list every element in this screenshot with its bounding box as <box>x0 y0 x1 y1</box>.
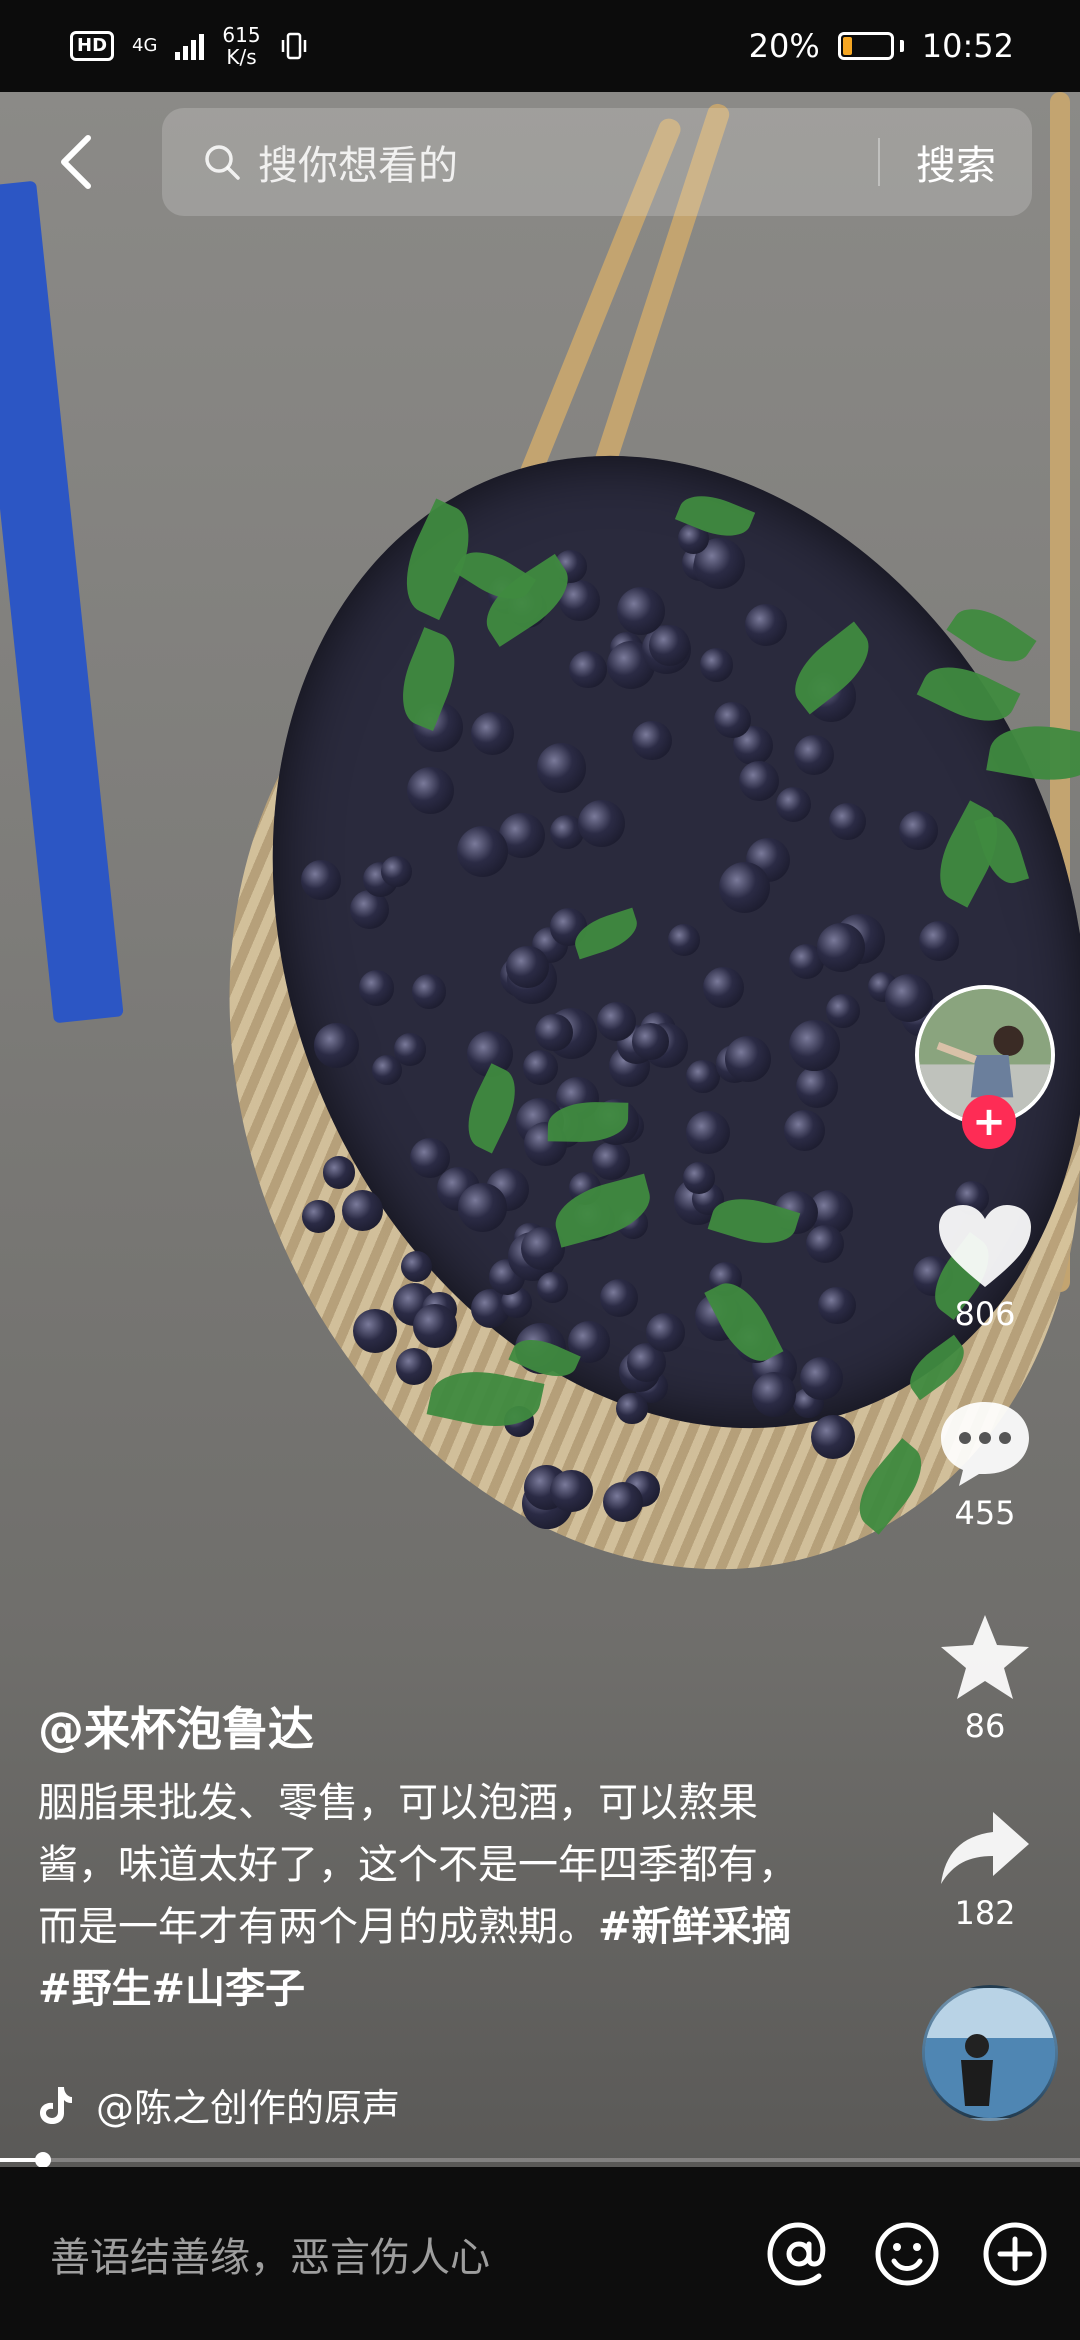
share-count: 182 <box>954 1894 1016 1932</box>
berry <box>409 1138 450 1179</box>
berry <box>616 586 666 636</box>
search-icon <box>205 145 240 180</box>
music-disc[interactable] <box>922 1985 1058 2121</box>
berry <box>535 1013 573 1052</box>
favorite-count: 86 <box>964 1707 1006 1745</box>
berry <box>506 945 549 989</box>
signal-icon <box>175 32 205 60</box>
berry <box>667 924 700 957</box>
berry <box>899 811 938 850</box>
berry <box>352 1309 397 1353</box>
like-count: 806 <box>954 1295 1016 1333</box>
berry <box>591 1141 630 1180</box>
berry <box>300 859 341 900</box>
berry <box>578 799 626 847</box>
berry <box>699 647 734 682</box>
berry <box>713 701 751 739</box>
berry <box>818 1286 856 1325</box>
back-arrow-icon[interactable] <box>54 132 98 192</box>
berry <box>795 1065 839 1108</box>
share-button[interactable]: 182 <box>910 1808 1060 1932</box>
comment-input[interactable]: 善语结善缘，恶言伤人心 <box>50 2225 726 2283</box>
network-speed: 615 K/s <box>222 23 261 69</box>
comment-count: 455 <box>954 1494 1016 1532</box>
network-type: 4G <box>132 35 158 56</box>
berry <box>788 1019 840 1071</box>
search-input[interactable]: 搜你想看的 <box>258 133 878 191</box>
berry <box>358 970 394 1006</box>
video-progress-bar[interactable] <box>0 2152 1080 2168</box>
status-left: HD 4G 615 K/s <box>70 24 309 68</box>
berry <box>739 761 779 802</box>
berry <box>745 603 787 646</box>
berry <box>395 1348 433 1385</box>
plus-icon[interactable] <box>980 2219 1050 2289</box>
berry <box>884 973 934 1022</box>
berry <box>829 803 866 840</box>
berry <box>536 742 587 793</box>
berry <box>646 1312 685 1352</box>
berry <box>805 1224 844 1263</box>
favorite-button[interactable]: 86 <box>910 1613 1060 1745</box>
berry <box>725 1036 771 1082</box>
berry <box>632 1023 669 1060</box>
berry <box>616 1392 648 1424</box>
berry <box>683 1162 715 1194</box>
berry <box>751 1372 797 1417</box>
berry <box>686 1059 720 1094</box>
search-divider <box>878 138 880 186</box>
berry <box>322 1156 356 1189</box>
comment-button[interactable]: 455 <box>910 1398 1060 1532</box>
berry <box>718 861 770 914</box>
berry <box>393 1033 426 1066</box>
heart-icon <box>939 1205 1031 1287</box>
berry <box>550 1469 593 1513</box>
sound-name: @陈之创作的原声 <box>96 2086 401 2130</box>
berry <box>341 1189 383 1231</box>
berry <box>314 1023 359 1068</box>
post-caption: 胭脂果批发、零售，可以泡酒，可以熬果酱，味道太好了，这个不是一年四季都有，而是一… <box>38 1772 798 2020</box>
berry <box>800 1356 844 1401</box>
berry <box>380 856 412 887</box>
search-bar[interactable]: 搜你想看的 搜索 <box>162 108 1032 216</box>
berry <box>784 1109 825 1151</box>
like-button[interactable]: 806 <box>910 1203 1060 1333</box>
at-icon[interactable] <box>764 2219 834 2289</box>
berry <box>602 1481 643 1522</box>
emoji-icon[interactable] <box>872 2219 942 2289</box>
berry <box>775 786 811 823</box>
sound-link[interactable]: @陈之创作的原声 <box>38 2077 400 2132</box>
hd-badge: HD <box>70 31 115 61</box>
tiktok-note-icon <box>40 2086 72 2124</box>
berry <box>816 923 866 972</box>
berry <box>457 1182 507 1232</box>
clock: 10:52 <box>921 27 1014 65</box>
scale-post <box>0 180 124 1024</box>
star-icon <box>941 1615 1029 1699</box>
comment-icon <box>941 1402 1029 1486</box>
comment-bar: 善语结善缘，恶言伤人心 <box>0 2167 1080 2340</box>
battery-icon <box>837 32 904 60</box>
battery-percent: 20% <box>748 27 820 65</box>
berry <box>826 993 861 1028</box>
berry <box>569 650 607 689</box>
status-bar: HD 4G 615 K/s 20% 10:52 <box>0 0 1080 92</box>
search-button[interactable]: 搜索 <box>916 133 996 191</box>
status-right: 20% 10:52 <box>749 27 1014 65</box>
berry <box>302 1200 335 1233</box>
berry <box>810 1414 855 1459</box>
follow-button[interactable]: + <box>962 1095 1016 1149</box>
berry <box>471 711 515 755</box>
berry <box>686 1110 730 1155</box>
berry <box>411 974 447 1009</box>
vibrate-icon <box>281 32 306 60</box>
share-icon <box>941 1812 1029 1884</box>
music-disc-photo <box>925 1988 1055 2118</box>
author-username[interactable]: @来杯泡鲁达 <box>38 1693 314 1759</box>
